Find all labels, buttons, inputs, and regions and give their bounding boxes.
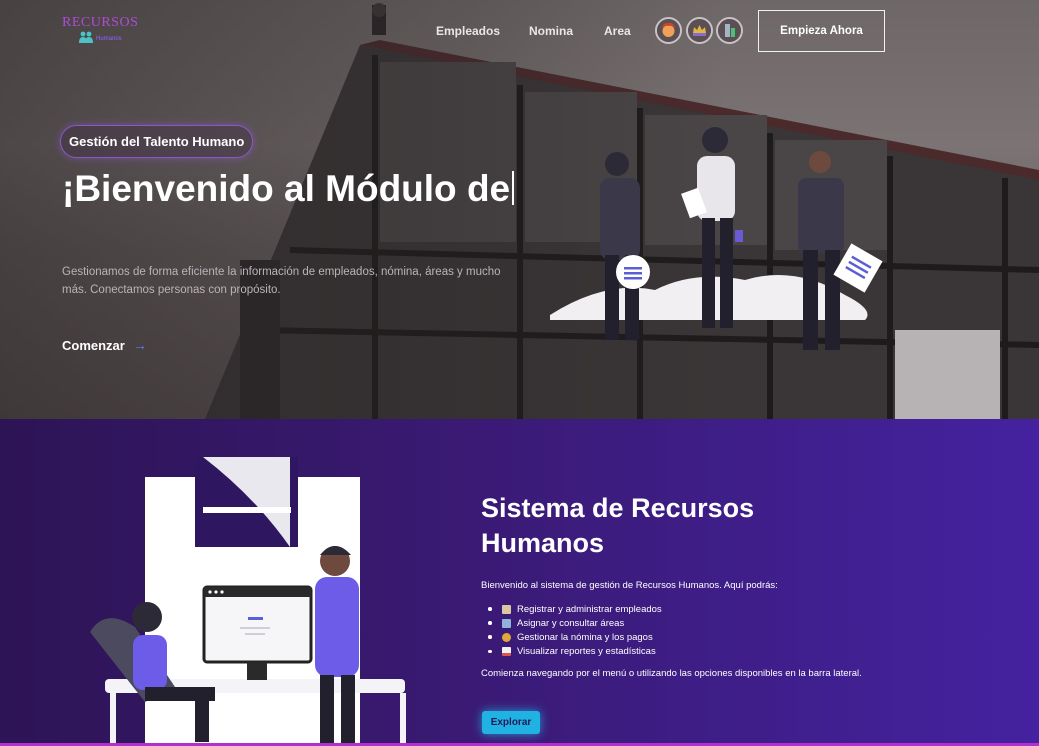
people-icon — [79, 31, 93, 43]
section-title: Sistema de Recursos Humanos — [481, 493, 755, 558]
employee-face-icon — [657, 19, 680, 42]
avatar-area-icon[interactable] — [716, 17, 743, 44]
hr-system-section: Sistema de Recursos Humanos Bienvenido a… — [0, 419, 1039, 746]
start-link-label: Comenzar — [62, 337, 125, 353]
feature-label: Visualizar reportes y estadísticas — [517, 646, 656, 658]
crown-icon — [688, 19, 711, 42]
feature-label: Asignar y consultar áreas — [517, 617, 625, 629]
hero-title: ¡Bienvenido al Módulo de — [62, 168, 532, 209]
hero-description: Gestionamos de forma eficiente la inform… — [62, 266, 501, 296]
avatar-payroll-icon[interactable] — [686, 17, 713, 44]
nav-link-area[interactable]: Area — [604, 24, 631, 38]
logo[interactable]: RECURSOS Humanos — [62, 14, 142, 46]
nav-link-nomina[interactable]: Nomina — [529, 24, 573, 38]
building-area-icon — [718, 19, 741, 42]
feature-item: Registrar y administrar empleados — [488, 602, 662, 616]
feature-item: Gestionar la nómina y los pagos — [488, 630, 662, 644]
money-bag-icon — [502, 632, 511, 642]
hero-title-text: ¡Bienvenido al Módulo de — [62, 168, 511, 209]
feature-item: Visualizar reportes y estadísticas — [488, 645, 662, 659]
feature-label: Registrar y administrar empleados — [517, 603, 662, 615]
features-list: Registrar y administrar empleados Asigna… — [488, 602, 662, 659]
arrow-right-icon: → — [132, 337, 147, 353]
office-work-illustration — [90, 457, 406, 746]
feature-label: Gestionar la nómina y los pagos — [517, 631, 653, 643]
section-intro: Bienvenido al sistema de gestión de Recu… — [481, 580, 778, 591]
logo-text: RECURSOS — [62, 15, 139, 30]
team-illustration — [550, 127, 883, 350]
chart-icon — [502, 647, 511, 657]
explore-button[interactable]: Explorar — [482, 711, 540, 734]
talent-badge: Gestión del Talento Humano — [60, 125, 254, 158]
get-started-button[interactable]: Empieza Ahora — [758, 10, 885, 52]
hero-section: RECURSOS Humanos Empleados Nomina Area E… — [0, 0, 1039, 419]
avatar-employee-icon[interactable] — [655, 17, 682, 44]
nav-link-empleados[interactable]: Empleados — [436, 24, 500, 38]
clipboard-icon — [502, 604, 511, 614]
logo-subtext: Humanos — [96, 36, 122, 42]
typing-cursor — [512, 171, 515, 205]
feature-item: Asignar y consultar áreas — [488, 616, 662, 630]
office-icon — [502, 618, 511, 628]
section-footer: Comienza navegando por el menú o utiliza… — [481, 668, 862, 679]
start-link[interactable]: Comenzar → — [62, 337, 147, 353]
